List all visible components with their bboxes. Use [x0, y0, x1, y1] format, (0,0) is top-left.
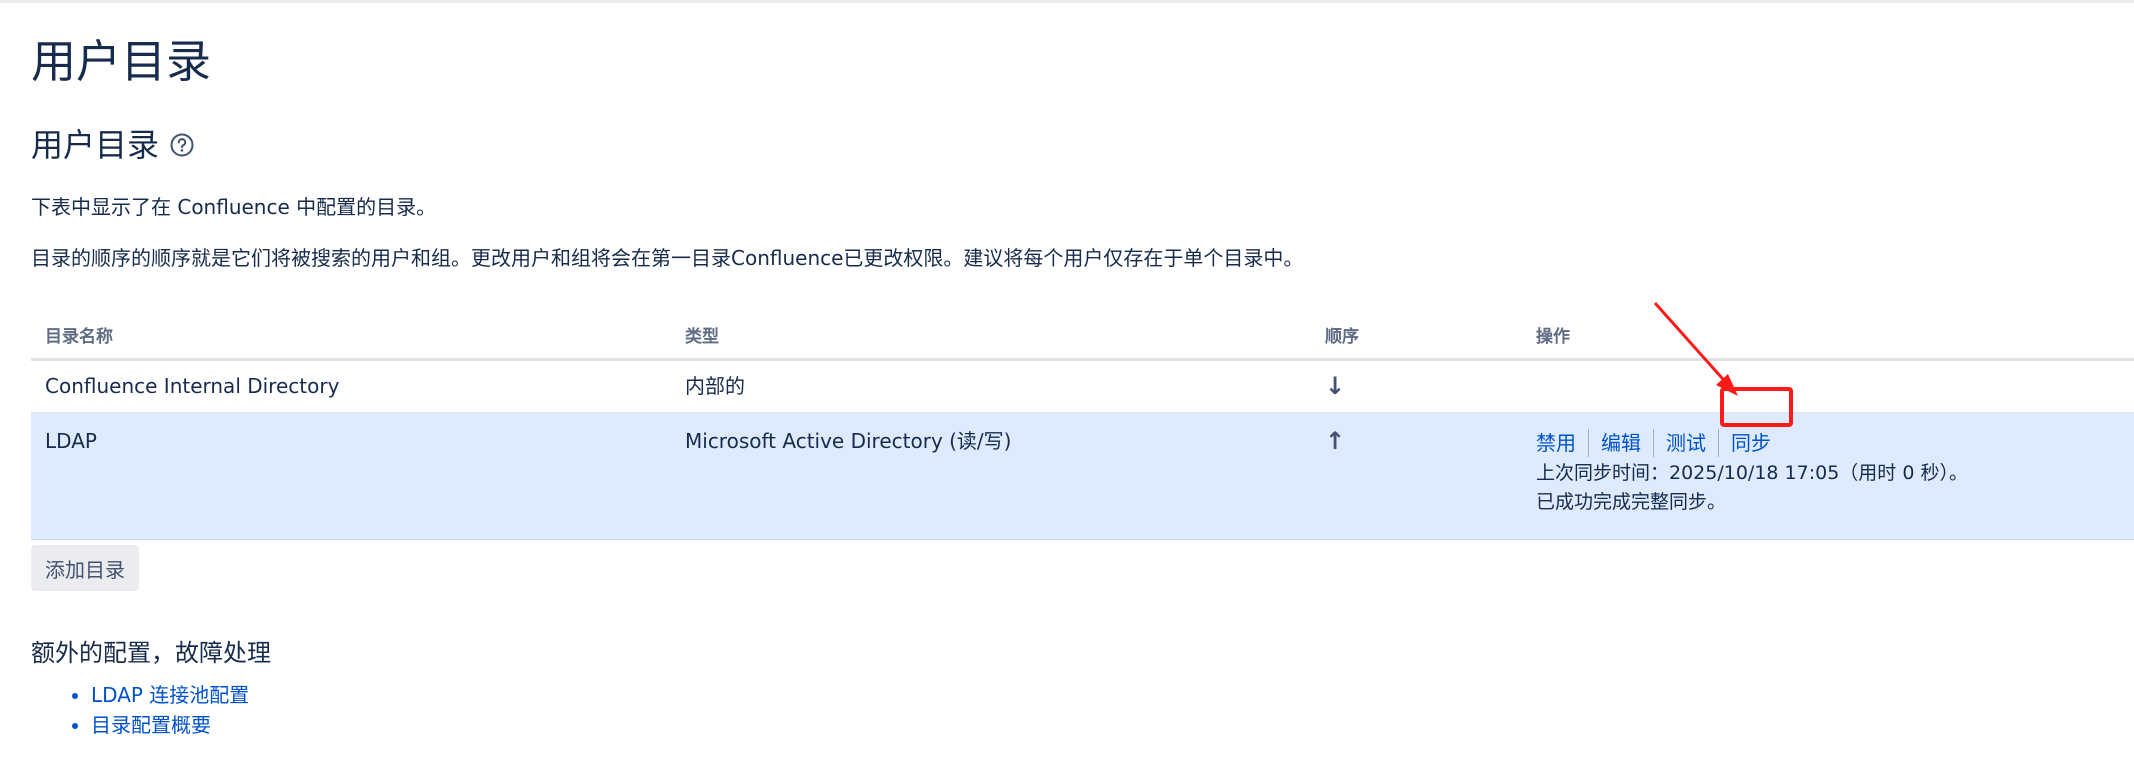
actions-cell	[1522, 359, 2134, 413]
add-directory-button[interactable]: 添加目录	[31, 545, 139, 591]
extra-config-title: 额外的配置，故障处理	[31, 639, 271, 667]
list-item: 目录配置概要	[91, 710, 249, 740]
test-link[interactable]: 测试	[1653, 429, 1718, 457]
directory-type: 内部的	[671, 359, 1311, 413]
sync-link[interactable]: 同步	[1718, 429, 1783, 457]
list-item: LDAP 连接池配置	[91, 680, 249, 710]
section-header: 用户目录	[31, 120, 195, 170]
header-order: 顺序	[1311, 310, 1522, 361]
last-sync-time: 上次同步时间：2025/10/18 17:05（用时 0 秒）。	[1536, 462, 1968, 484]
directory-name: LDAP	[31, 412, 671, 540]
extra-config-list: LDAP 连接池配置 目录配置概要	[31, 680, 249, 740]
edit-link[interactable]: 编辑	[1588, 429, 1653, 457]
directory-name: Confluence Internal Directory	[31, 359, 671, 413]
sync-highlight-box	[1720, 387, 1793, 427]
arrow-down-icon[interactable]: ↓	[1325, 372, 1345, 400]
header-type: 类型	[671, 310, 1311, 361]
header-actions: 操作	[1522, 310, 2134, 361]
page-title: 用户目录	[31, 35, 212, 88]
directory-table: 目录名称 类型 顺序 操作 Confluence Internal Direct…	[31, 310, 2134, 540]
section-title: 用户目录	[31, 126, 160, 164]
page-content: 用户目录 用户目录 下表中显示了在 Confluence 中配置的目录。 目录的…	[31, 30, 2134, 737]
table-row: LDAP Microsoft Active Directory (读/写) ↑ …	[31, 412, 2134, 540]
order-explanation-text: 目录的顺序的顺序就是它们将被搜索的用户和组。更改用户和组将会在第一目录Confl…	[31, 246, 1304, 270]
sync-status: 已成功完成完整同步。	[1536, 491, 1727, 513]
ldap-pool-config-link[interactable]: LDAP 连接池配置	[91, 683, 249, 707]
table-header-row: 目录名称 类型 顺序 操作	[31, 310, 2134, 361]
top-border	[0, 0, 2134, 3]
directory-config-summary-link[interactable]: 目录配置概要	[91, 713, 211, 737]
description-text: 下表中显示了在 Confluence 中配置的目录。	[31, 195, 437, 219]
disable-link[interactable]: 禁用	[1536, 429, 1588, 457]
directory-type: Microsoft Active Directory (读/写)	[671, 412, 1311, 540]
arrow-up-icon[interactable]: ↑	[1325, 427, 1345, 455]
action-links: 禁用 编辑 测试 同步	[1536, 427, 2120, 459]
help-icon[interactable]	[169, 132, 195, 158]
actions-cell: 禁用 编辑 测试 同步 上次同步时间：2025/10/18 17:05（用时 0…	[1522, 412, 2134, 540]
table-row: Confluence Internal Directory 内部的 ↓	[31, 359, 2134, 413]
header-directory-name: 目录名称	[31, 310, 671, 361]
